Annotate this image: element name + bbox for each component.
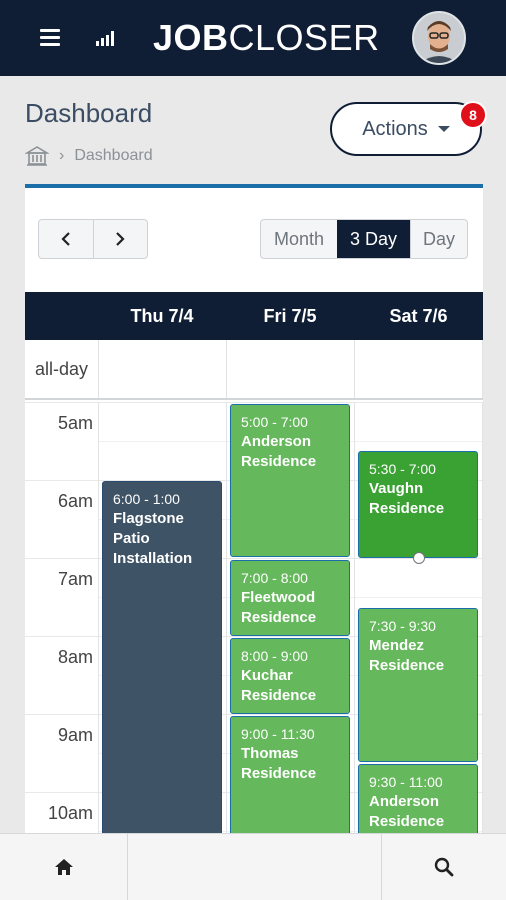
calendar-card: Month 3 Day Day Thu 7/4 Fri 7/5 Sat 7/6 …	[25, 184, 483, 834]
event-title: Thomas Residence	[241, 745, 317, 782]
page-title: Dashboard	[25, 98, 153, 128]
breadcrumb-current: Dashboard	[74, 147, 153, 164]
search-button[interactable]	[382, 834, 506, 900]
time-label-8am: 8am	[57, 647, 93, 667]
notification-badge: 8	[459, 101, 487, 129]
time-label-5am: 5am	[57, 413, 93, 433]
event-title: Mendez Residence	[369, 637, 445, 674]
actions-label: Actions	[362, 117, 428, 140]
event-title: Anderson Residence	[369, 793, 445, 830]
day-header-fri[interactable]: Fri 7/5	[226, 292, 354, 340]
event-flagstone-patio[interactable]: 6:00 - 1:00 Flagstone Patio Installation	[102, 481, 222, 834]
view-month-button[interactable]: Month	[261, 220, 337, 258]
view-switcher: Month 3 Day Day	[260, 219, 468, 259]
time-label-10am: 10am	[47, 803, 93, 823]
time-grid: 5am 6am 7am 8am 9am 10am 6:00 - 1:00 Fla…	[25, 402, 483, 834]
prev-button[interactable]	[39, 220, 93, 258]
event-title: Anderson Residence	[241, 433, 317, 470]
day-header-row: Thu 7/4 Fri 7/5 Sat 7/6	[25, 292, 483, 340]
event-kuchar[interactable]: 8:00 - 9:00 Kuchar Residence	[230, 638, 350, 714]
view-day-button[interactable]: Day	[410, 220, 467, 258]
event-time: 7:30 - 9:30	[369, 618, 436, 634]
all-day-label: all-day	[34, 358, 89, 379]
home-icon	[54, 859, 73, 875]
chevron-left-icon	[61, 232, 70, 246]
day-header-thu[interactable]: Thu 7/4	[98, 292, 226, 340]
time-label-7am: 7am	[57, 569, 93, 589]
calendar-nav	[38, 219, 148, 259]
logo-bold: JOB	[153, 17, 229, 58]
event-vaughn[interactable]: 5:30 - 7:00 Vaughn Residence	[358, 451, 478, 558]
resize-handle[interactable]	[413, 552, 425, 564]
event-mendez[interactable]: 7:30 - 9:30 Mendez Residence	[358, 608, 478, 762]
day-header-sat[interactable]: Sat 7/6	[354, 292, 483, 340]
event-anderson-fri[interactable]: 5:00 - 7:00 Anderson Residence	[230, 404, 350, 557]
hamburger-icon[interactable]	[40, 29, 60, 47]
event-time: 9:30 - 11:00	[369, 774, 443, 790]
divider	[482, 402, 483, 834]
event-time: 8:00 - 9:00	[241, 648, 308, 664]
home-button[interactable]	[0, 834, 127, 900]
breadcrumb-separator-icon: ›	[59, 147, 65, 164]
breadcrumb: › Dashboard	[25, 144, 153, 168]
divider	[127, 834, 128, 900]
event-title: Kuchar Residence	[241, 667, 317, 704]
next-button[interactable]	[92, 220, 147, 258]
event-title: Vaughn Residence	[369, 480, 445, 517]
event-time: 7:00 - 8:00	[241, 570, 308, 586]
event-thomas[interactable]: 9:00 - 11:30 Thomas Residence	[230, 716, 350, 834]
divider	[98, 340, 99, 398]
divider	[98, 402, 99, 834]
divider	[226, 340, 227, 398]
top-bar: JOBCLOSER	[0, 0, 506, 76]
caret-down-icon	[437, 126, 450, 132]
logo-light: CLOSER	[228, 17, 380, 58]
divider	[354, 402, 355, 834]
time-label-9am: 9am	[57, 725, 93, 745]
chevron-right-icon	[116, 232, 126, 246]
event-time: 5:00 - 7:00	[241, 414, 308, 430]
event-fleetwood[interactable]: 7:00 - 8:00 Fleetwood Residence	[230, 560, 350, 636]
event-anderson-sat[interactable]: 9:30 - 11:00 Anderson Residence	[358, 764, 478, 834]
bar-chart-icon[interactable]	[94, 28, 116, 48]
user-avatar[interactable]	[412, 11, 466, 65]
search-icon	[434, 857, 454, 877]
hour-line	[25, 402, 483, 403]
app-logo: JOBCLOSER	[153, 16, 380, 60]
event-time: 6:00 - 1:00	[113, 491, 180, 507]
event-title: Flagstone Patio Installation	[113, 510, 193, 567]
event-time: 5:30 - 7:00	[369, 461, 436, 477]
avatar-icon	[414, 13, 464, 63]
home-building-icon[interactable]	[25, 144, 49, 168]
divider	[226, 402, 227, 834]
view-3day-button[interactable]: 3 Day	[337, 220, 410, 258]
divider	[482, 340, 483, 398]
bottom-nav-bar	[0, 833, 506, 900]
event-time: 9:00 - 11:30	[241, 726, 315, 742]
event-title: Fleetwood Residence	[241, 589, 317, 626]
time-label-6am: 6am	[57, 491, 93, 511]
divider	[354, 340, 355, 398]
all-day-row: all-day	[25, 340, 483, 400]
